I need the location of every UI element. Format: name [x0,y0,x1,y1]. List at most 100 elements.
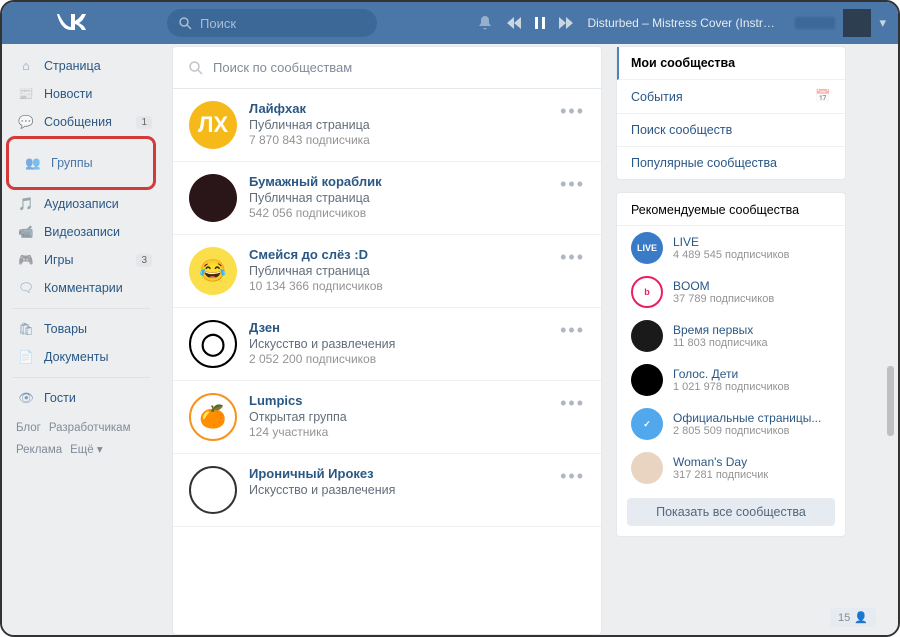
corner-badge[interactable]: 15 👤 [830,608,876,627]
rec-row[interactable]: LIVE LIVE4 489 545 подписчиков [617,226,845,270]
group-row[interactable]: Ироничный Ирокез Искусство и развлечения… [173,454,601,527]
games-icon: 🎮 [16,250,36,270]
nav-audio[interactable]: 🎵Аудиозаписи [2,190,160,218]
scrollbar[interactable] [884,46,896,633]
rec-subs: 11 803 подписчика [673,337,768,349]
group-name[interactable]: Lumpics [249,393,560,408]
group-avatar: ◯ [189,320,237,368]
calendar-icon: 📅 [815,89,831,104]
rec-name[interactable]: BOOM [673,279,774,293]
group-row[interactable]: 😂 Смейся до слёз :D Публичная страница 1… [173,235,601,308]
more-icon[interactable]: ••• [560,174,585,190]
group-type: Искусство и развлечения [249,337,560,351]
avatar [843,9,871,37]
recommendations: Рекомендуемые сообщества LIVE LIVE4 489 … [616,192,846,537]
messages-icon: 💬 [16,112,36,132]
chevron-down-icon: ▾ [879,15,886,31]
more-icon[interactable]: ••• [560,466,585,482]
messages-badge: 1 [136,116,152,129]
menu-item[interactable]: Поиск сообществ [617,114,845,147]
rec-name[interactable]: LIVE [673,235,790,249]
nav-comments[interactable]: 🗨Комментарии [2,274,160,302]
track-title[interactable]: Disturbed – Mistress Cover (Instrumen... [587,16,777,30]
rec-row[interactable]: Время первых11 803 подписчика [617,314,845,358]
right-column: Мои сообществаСобытия📅Поиск сообществПоп… [616,46,846,635]
group-type: Открытая группа [249,410,560,424]
menu-item[interactable]: Популярные сообщества [617,147,845,179]
user-menu[interactable]: ▾ [795,9,886,37]
nav-page[interactable]: ⌂Страница [2,52,160,80]
group-subs: 10 134 366 подписчиков [249,279,560,293]
nav-docs[interactable]: 📄Документы [2,343,160,371]
nav-messages[interactable]: 💬Сообщения1 [2,108,160,136]
group-avatar: 😂 [189,247,237,295]
highlight-box: 👥Группы [6,136,156,190]
group-name[interactable]: Смейся до слёз :D [249,247,560,262]
rec-row[interactable]: Голос. Дети1 021 978 подписчиков [617,358,845,402]
prev-icon[interactable] [507,17,521,29]
group-subs: 2 052 200 подписчиков [249,352,560,366]
group-name[interactable]: Бумажный кораблик [249,174,560,189]
group-row[interactable]: Бумажный кораблик Публичная страница 542… [173,162,601,235]
footer-blog[interactable]: Блог [16,422,41,434]
audio-icon: 🎵 [16,194,36,214]
pause-icon[interactable] [535,17,545,29]
group-name[interactable]: Лайфхак [249,101,560,116]
bell-icon[interactable] [477,15,493,31]
menu-item[interactable]: События📅 [617,80,845,114]
games-badge: 3 [136,254,152,267]
menu-item[interactable]: Мои сообщества [617,47,845,80]
more-icon[interactable]: ••• [560,101,585,117]
rec-avatar: b [631,276,663,308]
groups-icon: 👥 [23,153,43,173]
more-icon[interactable]: ••• [560,393,585,409]
group-avatar: 🍊 [189,393,237,441]
more-icon[interactable]: ••• [560,247,585,263]
rec-name[interactable]: Время первых [673,323,768,337]
search-icon [189,61,203,75]
group-name[interactable]: Ироничный Ирокез [249,466,560,481]
community-search[interactable]: Поиск по сообществам [173,47,601,89]
rec-name[interactable]: Голос. Дети [673,367,790,381]
search-input[interactable]: Поиск [167,9,377,37]
footer-dev[interactable]: Разработчикам [49,422,131,434]
next-icon[interactable] [559,17,573,29]
group-avatar: ЛХ [189,101,237,149]
comments-icon: 🗨 [16,278,36,298]
market-icon: 🛍 [16,319,36,339]
nav-games[interactable]: 🎮Игры3 [2,246,160,274]
nav-video[interactable]: 📹Видеозаписи [2,218,160,246]
rec-name[interactable]: Официальные страницы... [673,411,821,425]
rec-row[interactable]: ✓ Официальные страницы...2 805 509 подпи… [617,402,845,446]
vk-logo[interactable] [57,10,87,36]
group-subs: 124 участника [249,425,560,439]
nav-news[interactable]: 📰Новости [2,80,160,108]
rec-row[interactable]: b BOOM37 789 подписчиков [617,270,845,314]
rec-avatar: ✓ [631,408,663,440]
rec-avatar: LIVE [631,232,663,264]
rec-subs: 37 789 подписчиков [673,293,774,305]
nav-groups[interactable]: 👥Группы [9,149,153,177]
guests-icon: 👁 [16,388,36,408]
docs-icon: 📄 [16,347,36,367]
scrollbar-thumb[interactable] [887,366,894,436]
nav-market[interactable]: 🛍Товары [2,315,160,343]
rec-row[interactable]: Woman's Day317 281 подписчик [617,446,845,490]
show-all-button[interactable]: Показать все сообщества [627,498,835,526]
group-subs: 7 870 843 подписчика [249,133,560,147]
group-name[interactable]: Дзен [249,320,560,335]
header: Поиск Disturbed – Mistress Cover (Instru… [2,2,898,44]
group-type: Публичная страница [249,118,560,132]
group-row[interactable]: ◯ Дзен Искусство и развлечения 2 052 200… [173,308,601,381]
group-avatar [189,466,237,514]
group-row[interactable]: 🍊 Lumpics Открытая группа 124 участника … [173,381,601,454]
footer-ads[interactable]: Реклама [16,444,62,456]
footer-more[interactable]: Ещё ▾ [70,444,103,456]
nav-guests[interactable]: 👁Гости [2,384,160,412]
rec-name[interactable]: Woman's Day [673,455,768,469]
rec-subs: 4 489 545 подписчиков [673,249,790,261]
group-type: Публичная страница [249,264,560,278]
nav-friends-cut [9,139,153,149]
group-row[interactable]: ЛХ Лайфхак Публичная страница 7 870 843 … [173,89,601,162]
more-icon[interactable]: ••• [560,320,585,336]
